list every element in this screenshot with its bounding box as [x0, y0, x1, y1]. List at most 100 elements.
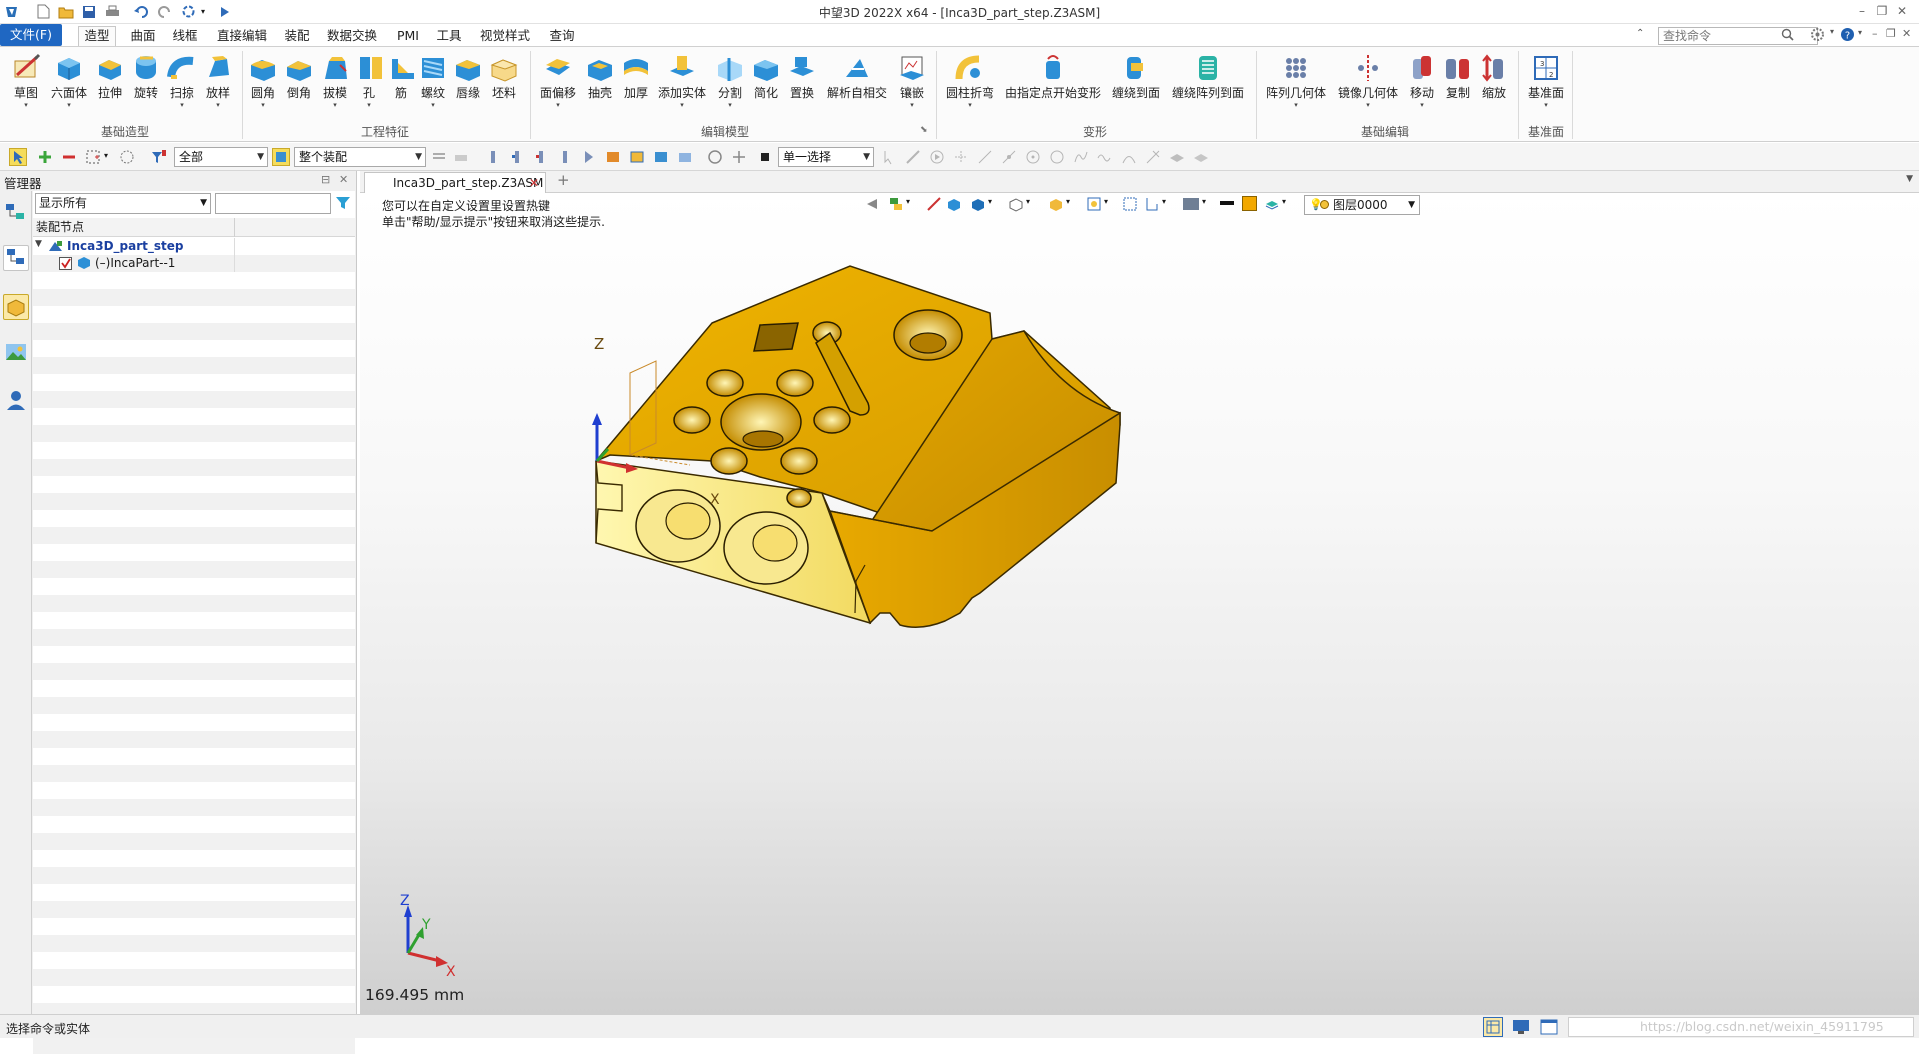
manager-close-icon[interactable]: ✕ — [339, 173, 348, 186]
tab-tools[interactable]: 工具 — [432, 27, 466, 46]
rib-button[interactable]: 筋 — [388, 53, 414, 121]
assembly-scope-icon[interactable] — [272, 148, 290, 166]
history-tree-icon[interactable] — [3, 201, 29, 227]
fillet-button[interactable]: 圆角 ▾ — [248, 53, 278, 121]
tab-model[interactable]: 造型 — [78, 26, 116, 47]
hole-button[interactable]: 孔 ▾ — [356, 53, 382, 121]
snap-wave-icon[interactable] — [1096, 148, 1114, 166]
tab-query[interactable]: 查询 — [544, 27, 580, 46]
thicken-button[interactable]: 加厚 — [620, 53, 652, 121]
tab-visual-style[interactable]: 视觉样式 — [474, 27, 536, 46]
group-expand-icon[interactable]: ⬊ — [920, 125, 928, 135]
restore-button[interactable]: ❐ — [1873, 3, 1891, 19]
sketch-button[interactable]: 草图 ▾ — [8, 53, 44, 121]
select-mode-combo[interactable]: 单一选择 ▼ — [778, 147, 874, 167]
snap-center-icon[interactable] — [1024, 148, 1042, 166]
hexahedron-button[interactable]: 六面体 ▾ — [48, 53, 90, 121]
box-select-icon[interactable] — [84, 148, 102, 166]
tab-close-icon[interactable]: ✕ — [529, 173, 539, 193]
mirror-geometry-button[interactable]: 镜像几何体 ▾ — [1336, 53, 1400, 121]
snap-tangent-icon[interactable] — [1144, 148, 1162, 166]
assembly-tree-icon[interactable] — [3, 245, 29, 271]
toolbar-icon-d[interactable] — [556, 148, 574, 166]
document-tab[interactable]: Inca3D_part_step.Z3ASM ✕ — [364, 172, 546, 193]
collapse-ribbon-icon[interactable]: ⌃ — [1636, 28, 1644, 39]
lasso-icon[interactable] — [118, 148, 136, 166]
remove-icon[interactable] — [60, 148, 78, 166]
toolbar-icon-f[interactable] — [604, 148, 622, 166]
filter-combo[interactable]: 全部 ▼ — [174, 147, 268, 167]
3d-viewport[interactable]: 您可以在自定义设置里设置热键 单击"帮助/显示提示"按钮来取消这些提示. ▾ ▾… — [360, 193, 1919, 1014]
toolbar-icon-j[interactable] — [730, 148, 748, 166]
snap-arc-icon[interactable] — [1120, 148, 1138, 166]
wrap-pattern-button[interactable]: 缠绕阵列到面 — [1170, 53, 1246, 121]
new-tab-icon[interactable]: + — [557, 171, 570, 189]
inlay-button[interactable]: 镶嵌 ▾ — [896, 53, 928, 121]
image-library-icon[interactable] — [3, 340, 29, 366]
scope-option-icon[interactable] — [430, 148, 448, 166]
replace-button[interactable]: 置换 — [786, 53, 818, 121]
tab-wireframe[interactable]: 线框 — [166, 27, 204, 46]
assembly-scope-combo[interactable]: 整个装配 ▼ — [294, 147, 426, 167]
split-button[interactable]: 分割 ▾ — [714, 53, 746, 121]
snap-body-icon[interactable] — [1192, 148, 1210, 166]
tab-data-exchange[interactable]: 数据交换 — [322, 27, 382, 46]
snap-line-icon[interactable] — [976, 148, 994, 166]
pattern-geometry-button[interactable]: 阵列几何体 ▾ — [1264, 53, 1328, 121]
close-button[interactable]: ✕ — [1893, 3, 1911, 19]
tab-surface[interactable]: 曲面 — [124, 27, 162, 46]
snap-line2-icon[interactable] — [1000, 148, 1018, 166]
collapse-toggle-icon[interactable]: ▼ — [35, 239, 42, 249]
thread-button[interactable]: 螺纹 ▾ — [418, 53, 448, 121]
rotate-view-icon[interactable] — [706, 148, 724, 166]
show-filter-combo[interactable]: 显示所有 ▼ — [35, 193, 211, 214]
tab-list-dropdown-icon[interactable]: ▼ — [1906, 174, 1913, 184]
revolve-button[interactable]: 旋转 — [130, 53, 162, 121]
deform-from-point-button[interactable]: 由指定点开始变形 — [1004, 53, 1102, 121]
part-model[interactable]: Z X Z Y X — [360, 193, 1919, 1014]
print-select-icon[interactable] — [452, 148, 470, 166]
draft-button[interactable]: 拔模 ▾ — [320, 53, 350, 121]
search-icon[interactable] — [1781, 28, 1794, 44]
help-dropdown-icon[interactable]: ▾ — [1858, 28, 1862, 37]
datum-plane-button[interactable]: 32 基准面 ▾ — [1524, 53, 1568, 121]
toolbar-icon-e[interactable] — [580, 148, 598, 166]
face-offset-button[interactable]: 面偏移 ▾ — [538, 53, 578, 121]
minimize-button[interactable]: – — [1853, 3, 1871, 19]
status-window-icon[interactable] — [1540, 1019, 1558, 1038]
simplify-button[interactable]: 简化 — [750, 53, 782, 121]
tree-row-root[interactable]: ▼ Inca3D_part_step — [33, 238, 355, 255]
pick-edge-icon[interactable] — [904, 148, 922, 166]
sweep-button[interactable]: 扫掠 ▾ — [166, 53, 198, 121]
shell-button[interactable]: 抽壳 — [584, 53, 616, 121]
play-circle-icon[interactable] — [928, 148, 946, 166]
tab-pmi[interactable]: PMI — [390, 27, 426, 46]
toolbar-icon-h[interactable] — [652, 148, 670, 166]
help-icon[interactable]: ? — [1840, 27, 1855, 45]
filter-icon[interactable] — [150, 148, 168, 166]
tree-filter-icon[interactable] — [335, 195, 351, 214]
pin-icon[interactable]: ⊟ — [321, 173, 330, 186]
snap-circle-icon[interactable] — [1048, 148, 1066, 166]
toolbar-icon-g[interactable] — [628, 148, 646, 166]
loft-button[interactable]: 放样 ▾ — [202, 53, 234, 121]
settings-gear-icon[interactable] — [1810, 27, 1825, 45]
status-grid-icon[interactable] — [1483, 1017, 1503, 1037]
lip-button[interactable]: 唇缘 — [452, 53, 484, 121]
doc-restore-button[interactable]: ❐ — [1886, 27, 1896, 40]
settings-dropdown-icon[interactable]: ▾ — [1830, 27, 1834, 36]
toolbar-icon-b[interactable] — [508, 148, 526, 166]
scale-button[interactable]: 缩放 — [1478, 53, 1510, 121]
doc-minimize-button[interactable]: – — [1872, 27, 1878, 40]
tab-direct-edit[interactable]: 直接编辑 — [212, 27, 272, 46]
tree-search-input[interactable] — [215, 193, 331, 214]
self-intersection-button[interactable]: 解析自相交 — [824, 53, 890, 121]
snap-face-icon[interactable] — [1168, 148, 1186, 166]
command-search-input[interactable]: 查找命令 — [1658, 27, 1818, 45]
add-solid-button[interactable]: 添加实体 ▾ — [656, 53, 708, 121]
extrude-button[interactable]: 拉伸 — [94, 53, 126, 121]
copy-button[interactable]: 复制 — [1442, 53, 1474, 121]
box-select-dropdown-icon[interactable]: ▾ — [104, 151, 108, 160]
cylinder-bend-button[interactable]: 圆柱折弯 ▾ — [944, 53, 996, 121]
move-button[interactable]: 移动 ▾ — [1406, 53, 1438, 121]
